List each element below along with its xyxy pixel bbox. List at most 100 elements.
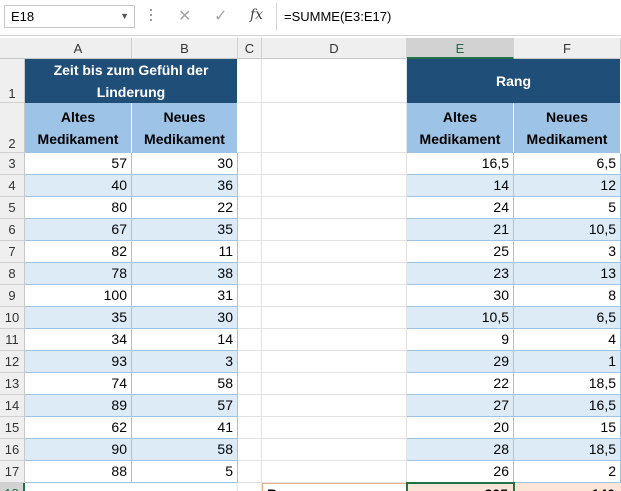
gridline [238,372,407,373]
cell-b16[interactable]: 58 [132,439,238,461]
cell-b13[interactable]: 58 [132,373,238,395]
row-header-14[interactable]: 14 [0,395,25,417]
row-header-7[interactable]: 7 [0,241,25,263]
cell-e5[interactable]: 24 [407,197,514,219]
name-box[interactable]: E18 ▼ [4,5,135,28]
row-header-8[interactable]: 8 [0,263,25,285]
cell-b4[interactable]: 36 [132,175,238,197]
cell-f14[interactable]: 16,5 [514,395,621,417]
row-header-15[interactable]: 15 [0,417,25,439]
drag-handle-icon[interactable] [150,9,153,23]
cell-b5[interactable]: 22 [132,197,238,219]
row-header-11[interactable]: 11 [0,329,25,351]
row-header-1[interactable]: 1 [0,59,25,103]
cell-e13[interactable]: 22 [407,373,514,395]
header-rang-neues[interactable]: Neues Medikament [514,103,621,153]
insert-function-icon[interactable]: fx [250,7,263,23]
row-header-3[interactable]: 3 [0,153,25,175]
cell-b3[interactable]: 30 [132,153,238,175]
cell-f3[interactable]: 6,5 [514,153,621,175]
cell-b6[interactable]: 35 [132,219,238,241]
column-header-d[interactable]: D [262,38,407,59]
header-neues-medikament[interactable]: Neues Medikament [132,103,238,153]
cell-e10[interactable]: 10,5 [407,307,514,329]
cell-a14[interactable]: 89 [25,395,132,417]
row-header-16[interactable]: 16 [0,439,25,461]
cell-a12[interactable]: 93 [25,351,132,373]
right-table-title[interactable]: Rang [407,59,621,103]
cell-e12[interactable]: 29 [407,351,514,373]
row-header-13[interactable]: 13 [0,373,25,395]
row-header-18[interactable]: 18 [0,483,25,491]
column-header-a[interactable]: A [25,38,132,59]
row-header-2[interactable]: 2 [0,103,25,153]
cell-b7[interactable]: 11 [132,241,238,263]
cell-b14[interactable]: 57 [132,395,238,417]
column-header-c[interactable]: C [238,38,262,59]
cell-f4[interactable]: 12 [514,175,621,197]
cell-a16[interactable]: 90 [25,439,132,461]
cell-e17[interactable]: 26 [407,461,514,483]
cell-f17[interactable]: 2 [514,461,621,483]
column-header-e[interactable]: E [407,38,514,59]
cancel-icon[interactable]: ✕ [178,6,191,26]
cell-f16[interactable]: 18,5 [514,439,621,461]
cell-f9[interactable]: 8 [514,285,621,307]
cell-f12[interactable]: 1 [514,351,621,373]
cell-f10[interactable]: 6,5 [514,307,621,329]
column-header-b[interactable]: B [132,38,238,59]
cell-b11[interactable]: 14 [132,329,238,351]
cell-a15[interactable]: 62 [25,417,132,439]
cell-e14[interactable]: 27 [407,395,514,417]
cell-b8[interactable]: 38 [132,263,238,285]
cell-b17[interactable]: 5 [132,461,238,483]
cell-a6[interactable]: 67 [25,219,132,241]
cell-a3[interactable]: 57 [25,153,132,175]
cell-f5[interactable]: 5 [514,197,621,219]
cell-a5[interactable]: 80 [25,197,132,219]
cell-e9[interactable]: 30 [407,285,514,307]
column-header-f[interactable]: F [514,38,621,59]
row-header-10[interactable]: 10 [0,307,25,329]
cell-e15[interactable]: 20 [407,417,514,439]
cell-e7[interactable]: 25 [407,241,514,263]
row-header-6[interactable]: 6 [0,219,25,241]
cell-a13[interactable]: 74 [25,373,132,395]
cell-e16[interactable]: 28 [407,439,514,461]
cell-e11[interactable]: 9 [407,329,514,351]
left-table-title[interactable]: Zeit bis zum Gefühl der Linderung [25,59,238,103]
enter-icon[interactable]: ✓ [214,6,227,26]
cell-a7[interactable]: 82 [25,241,132,263]
cell-b9[interactable]: 31 [132,285,238,307]
cell-e3[interactable]: 16,5 [407,153,514,175]
cell-a17[interactable]: 88 [25,461,132,483]
chevron-down-icon[interactable]: ▼ [120,6,129,27]
row-header-17[interactable]: 17 [0,461,25,483]
cell-a8[interactable]: 78 [25,263,132,285]
cell-f11[interactable]: 4 [514,329,621,351]
cell-f7[interactable]: 3 [514,241,621,263]
rangsumme-f18[interactable]: 140 [514,483,621,491]
cell-f13[interactable]: 18,5 [514,373,621,395]
header-altes-medikament[interactable]: Altes Medikament [25,103,132,153]
cell-f15[interactable]: 15 [514,417,621,439]
cell-a11[interactable]: 34 [25,329,132,351]
row-header-4[interactable]: 4 [0,175,25,197]
cell-a9[interactable]: 100 [25,285,132,307]
cell-f8[interactable]: 13 [514,263,621,285]
cell-e6[interactable]: 21 [407,219,514,241]
cell-a4[interactable]: 40 [25,175,132,197]
header-rang-altes[interactable]: Altes Medikament [407,103,514,153]
cell-b10[interactable]: 30 [132,307,238,329]
cell-e4[interactable]: 14 [407,175,514,197]
cell-f6[interactable]: 10,5 [514,219,621,241]
cell-b15[interactable]: 41 [132,417,238,439]
row-header-9[interactable]: 9 [0,285,25,307]
row-header-12[interactable]: 12 [0,351,25,373]
cell-b12[interactable]: 3 [132,351,238,373]
cell-e8[interactable]: 23 [407,263,514,285]
cell-a10[interactable]: 35 [25,307,132,329]
formula-input[interactable]: =SUMME(E3:E17) [284,9,391,24]
rangsumme-label[interactable]: Rangsumme [262,483,407,491]
row-header-5[interactable]: 5 [0,197,25,219]
